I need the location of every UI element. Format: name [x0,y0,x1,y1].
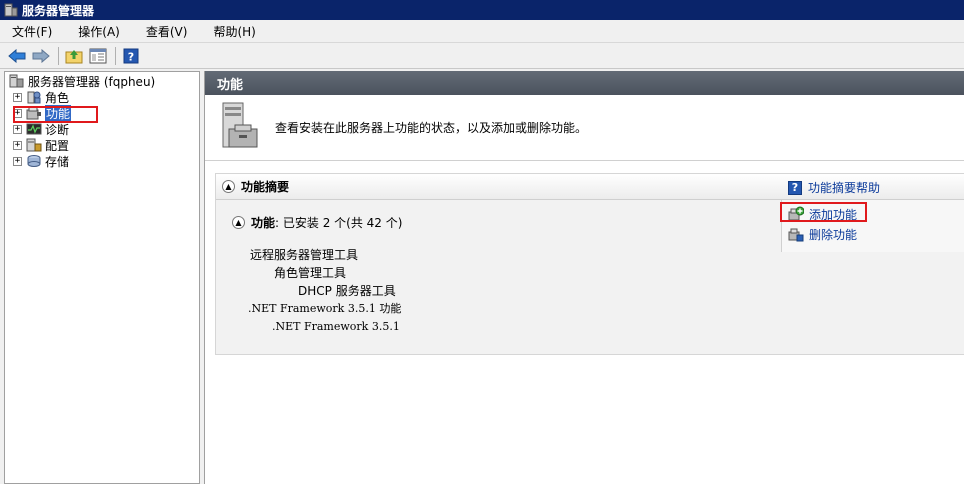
summary-value: : 已安装 2 个(共 42 个) [275,216,403,230]
navigation-tree: 服务器管理器 (fqpheu) + 角色 + 功能 + 诊断 + 配置 + 存储 [4,71,200,484]
highlight-box-add-features [780,202,867,222]
pane-header: 功能 [205,71,964,95]
pane-description: 查看安装在此服务器上功能的状态，以及添加或删除功能。 [275,121,588,135]
expand-icon[interactable]: + [13,92,22,102]
expand-icon[interactable]: + [13,140,22,150]
tree-item-label: 配置 [45,138,70,153]
toolbar-separator [58,46,59,65]
list-item: DHCP 服务器工具 [298,284,396,298]
tree-item-label: 角色 [45,90,70,105]
tree-item-label: 诊断 [45,122,70,137]
features-summary-section: ▲ 功能摘要 ? 功能摘要帮助 ▲ 功能 : 已安装 2 个(共 42 个) 远… [215,173,964,355]
tree-item-roles[interactable]: + 角色 [5,89,199,105]
summary-label: 功能 [251,216,276,230]
menu-view[interactable]: 查看(V) [142,21,192,42]
server-manager-icon [9,74,25,88]
list-item: .NET Framework 3.5.1 功能 [248,302,402,315]
actions-panel: 添加功能 删除功能 [780,200,964,252]
help-icon: ? [788,180,802,195]
forward-arrow-icon[interactable] [30,45,52,67]
features-server-icon [219,101,259,154]
collapse-icon[interactable]: ▲ [222,180,235,193]
tree-root[interactable]: 服务器管理器 (fqpheu) [5,73,199,89]
diagnostics-icon [26,122,42,136]
help-link-label: 功能摘要帮助 [808,181,881,195]
window-title: 服务器管理器 [22,3,95,18]
menu-action[interactable]: 操作(A) [74,21,124,42]
menu-help[interactable]: 帮助(H) [209,21,259,42]
tree-item-diagnostics[interactable]: + 诊断 [5,121,199,137]
pane-intro: 查看安装在此服务器上功能的状态，以及添加或删除功能。 [205,95,964,161]
server-manager-icon [4,3,18,17]
features-summary-help-link[interactable]: ? 功能摘要帮助 [788,179,880,196]
list-item: 角色管理工具 [274,266,347,280]
expand-icon[interactable]: + [13,124,22,134]
remove-features-link[interactable]: 删除功能 [788,224,964,244]
toolbar: ? [0,43,964,69]
tree-item-label: 存储 [45,154,70,169]
tree-item-configuration[interactable]: + 配置 [5,137,199,153]
details-pane: 功能 查看安装在此服务器上功能的状态，以及添加或删除功能。 ▲ 功能摘要 ? 功… [204,71,964,484]
back-arrow-icon[interactable] [6,45,28,67]
toolbar-separator [115,46,116,65]
features-summary-line: ▲ 功能 : 已安装 2 个(共 42 个) [232,214,402,231]
remove-features-label: 删除功能 [809,227,858,242]
window-titlebar: 服务器管理器 [0,0,964,20]
show-hide-tree-icon[interactable] [87,45,109,67]
list-item: 远程服务器管理工具 [250,248,359,262]
installed-features-list: 远程服务器管理工具 角色管理工具 DHCP 服务器工具 .NET Framewo… [248,246,402,336]
roles-icon [26,90,42,104]
tree-item-storage[interactable]: + 存储 [5,153,199,169]
up-folder-icon[interactable] [63,45,85,67]
section-header: ▲ 功能摘要 ? 功能摘要帮助 [216,174,964,200]
help-icon[interactable]: ? [120,45,142,67]
section-title: 功能摘要 [241,180,290,194]
list-item: .NET Framework 3.5.1 [272,320,400,333]
tree-root-label: 服务器管理器 (fqpheu) [28,74,156,89]
highlight-box-features [13,106,98,123]
menu-file[interactable]: 文件(F) [8,21,56,42]
menu-bar: 文件(F) 操作(A) 查看(V) 帮助(H) [0,20,964,43]
storage-icon [26,154,42,168]
svg-text:?: ? [128,50,134,63]
configuration-icon [26,138,42,152]
expand-icon[interactable]: + [13,156,22,166]
collapse-icon[interactable]: ▲ [232,216,245,229]
remove-feature-icon [788,226,804,242]
